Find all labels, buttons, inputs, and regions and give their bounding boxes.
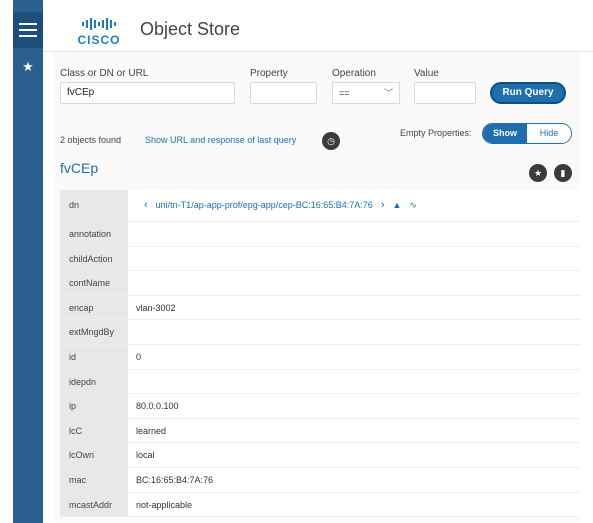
property-label: Property bbox=[250, 68, 288, 79]
value-input[interactable] bbox=[414, 82, 476, 104]
logo-text: CISCO bbox=[77, 33, 121, 47]
class-label: Class or DN or URL bbox=[60, 68, 149, 79]
show-url-link[interactable]: Show URL and response of last query bbox=[145, 135, 296, 145]
property-key: annotation bbox=[60, 222, 128, 246]
property-value bbox=[128, 369, 580, 394]
property-value: local bbox=[128, 443, 580, 467]
table-row: idepdn bbox=[60, 369, 580, 395]
property-value bbox=[128, 222, 580, 246]
page-title: Object Store bbox=[140, 19, 241, 39]
logo-bars-icon bbox=[75, 17, 123, 31]
property-key: ip bbox=[60, 394, 128, 418]
table-row: mac BC:16:65:B4:7A:76 bbox=[60, 467, 580, 493]
chevron-right-icon[interactable]: › bbox=[381, 190, 385, 221]
property-value bbox=[128, 271, 580, 295]
property-value bbox=[128, 320, 580, 344]
sidebar bbox=[13, 0, 43, 523]
table-row: childAction bbox=[60, 246, 580, 272]
property-table: dn ‹ uni/tn-T1/ap-app-prof/epg-app/cep-B… bbox=[60, 190, 580, 518]
operation-value: == bbox=[339, 88, 350, 98]
property-key: contName bbox=[60, 271, 128, 295]
empty-properties-label: Empty Properties: bbox=[400, 128, 472, 138]
property-value: vlan-3002 bbox=[128, 295, 580, 320]
table-row: encap vlan-3002 bbox=[60, 295, 580, 321]
objects-found-count: 2 objects found bbox=[60, 135, 122, 145]
dn-link[interactable]: uni/tn-T1/ap-app-prof/epg-app/cep-BC:16:… bbox=[156, 190, 373, 221]
table-row: contName bbox=[60, 271, 580, 296]
property-key: mcastAddr bbox=[60, 492, 128, 517]
property-value: 0 bbox=[128, 344, 580, 369]
toggle-hide[interactable]: Hide bbox=[527, 124, 571, 143]
chevron-down-icon: ﹀ bbox=[383, 88, 393, 98]
property-value: 80.0.0.100 bbox=[128, 394, 580, 418]
property-key: mac bbox=[60, 467, 128, 492]
property-value: not-applicable bbox=[128, 492, 580, 517]
property-key: childAction bbox=[60, 246, 128, 271]
operation-label: Operation bbox=[332, 68, 376, 79]
property-key: lcOwn bbox=[60, 443, 128, 467]
class-title: fvCEp bbox=[60, 160, 99, 176]
property-key: id bbox=[60, 344, 128, 369]
property-value: learned bbox=[128, 418, 580, 443]
property-input[interactable] bbox=[250, 82, 317, 104]
property-key: dn bbox=[60, 190, 128, 221]
cisco-logo: CISCO bbox=[75, 17, 123, 47]
property-key: idepdn bbox=[60, 369, 128, 394]
value-label: Value bbox=[414, 68, 439, 79]
property-value bbox=[128, 246, 580, 271]
class-input[interactable]: fvCEp bbox=[60, 82, 235, 104]
operation-select[interactable]: == ﹀ bbox=[332, 82, 400, 104]
table-row: mcastAddr not-applicable bbox=[60, 492, 580, 518]
run-query-button[interactable]: Run Query bbox=[490, 82, 566, 104]
property-key: extMngdBy bbox=[60, 320, 128, 344]
property-key: encap bbox=[60, 295, 128, 320]
stats-icon[interactable]: ∿ bbox=[409, 190, 417, 221]
table-row: dn ‹ uni/tn-T1/ap-app-prof/epg-app/cep-B… bbox=[60, 190, 580, 222]
copy-icon[interactable]: ▮ bbox=[554, 164, 572, 182]
table-row: extMngdBy bbox=[60, 320, 580, 345]
empty-properties-toggle[interactable]: Show Hide bbox=[482, 123, 572, 144]
hamburger-icon[interactable] bbox=[13, 12, 43, 48]
property-value: ‹ uni/tn-T1/ap-app-prof/epg-app/cep-BC:1… bbox=[128, 190, 580, 221]
table-row: lcOwn local bbox=[60, 443, 580, 468]
star-icon[interactable]: ★ bbox=[529, 164, 547, 182]
table-row: ip 80.0.0.100 bbox=[60, 394, 580, 419]
table-row: annotation bbox=[60, 222, 580, 247]
header: CISCO Object Store bbox=[43, 0, 593, 52]
history-icon[interactable]: ◷ bbox=[322, 132, 340, 150]
table-row: id 0 bbox=[60, 344, 580, 370]
property-value: BC:16:65:B4:7A:76 bbox=[128, 467, 580, 492]
toggle-show[interactable]: Show bbox=[483, 124, 527, 143]
property-key: lcC bbox=[60, 418, 128, 443]
chevron-left-icon[interactable]: ‹ bbox=[144, 190, 148, 221]
table-row: lcC learned bbox=[60, 418, 580, 444]
star-icon[interactable]: ★ bbox=[13, 57, 43, 77]
warning-icon[interactable]: ▲ bbox=[392, 190, 401, 221]
